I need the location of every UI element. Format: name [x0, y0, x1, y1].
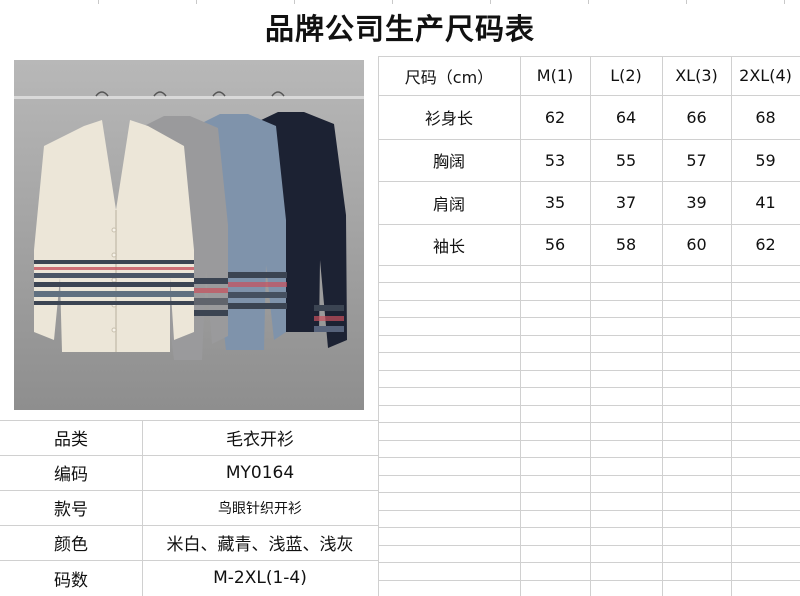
size-header-xl: XL(3) — [675, 66, 718, 85]
table-cell: 66 — [686, 107, 707, 127]
table-cell: 60 — [686, 235, 707, 254]
table-cell: 55 — [615, 150, 637, 170]
info-label-sizes: 码数 — [54, 570, 88, 591]
table-cell: 59 — [755, 150, 776, 170]
table-cell: 56 — [544, 235, 566, 254]
info-value-code: MY0164 — [225, 462, 295, 483]
size-header-m: M(1) — [536, 66, 574, 85]
size-header-l: L(2) — [610, 66, 642, 85]
table-cell: 41 — [755, 193, 776, 212]
table-cell: 64 — [615, 107, 637, 127]
row-label-length: 衫身长 — [424, 109, 473, 128]
product-photo — [14, 60, 364, 410]
info-value-color: 米白、藏青、浅蓝、浅灰 — [166, 535, 354, 555]
table-cell: 58 — [615, 235, 637, 254]
size-header-2xl: 2XL(4) — [739, 66, 792, 85]
info-label-category: 品类 — [54, 430, 88, 450]
size-header-label: 尺码（cm） — [404, 67, 494, 87]
row-label-chest: 胸阔 — [432, 152, 465, 171]
cardigans-illustration — [14, 60, 364, 410]
info-value-sizes: M-2XL(1-4) — [213, 568, 307, 588]
table-cell: 37 — [615, 193, 637, 212]
table-cell: 35 — [544, 193, 566, 212]
table-cell: 62 — [544, 107, 566, 127]
table-cell: 53 — [544, 150, 566, 170]
page-title: 品牌公司生产尺码表 — [264, 12, 535, 46]
info-value-style: 鸟眼针织开衫 — [218, 500, 302, 517]
info-label-style: 款号 — [54, 500, 88, 520]
table-cell: 68 — [755, 107, 776, 127]
table-cell: 62 — [755, 235, 776, 254]
row-label-sleeve: 袖长 — [432, 236, 465, 256]
info-label-color: 颜色 — [54, 535, 88, 555]
info-value-category: 毛衣开衫 — [226, 430, 294, 450]
table-cell: 57 — [686, 150, 707, 170]
info-label-code: 编码 — [54, 465, 88, 485]
row-label-shoulder: 肩阔 — [432, 194, 465, 214]
table-cell: 39 — [686, 193, 707, 212]
